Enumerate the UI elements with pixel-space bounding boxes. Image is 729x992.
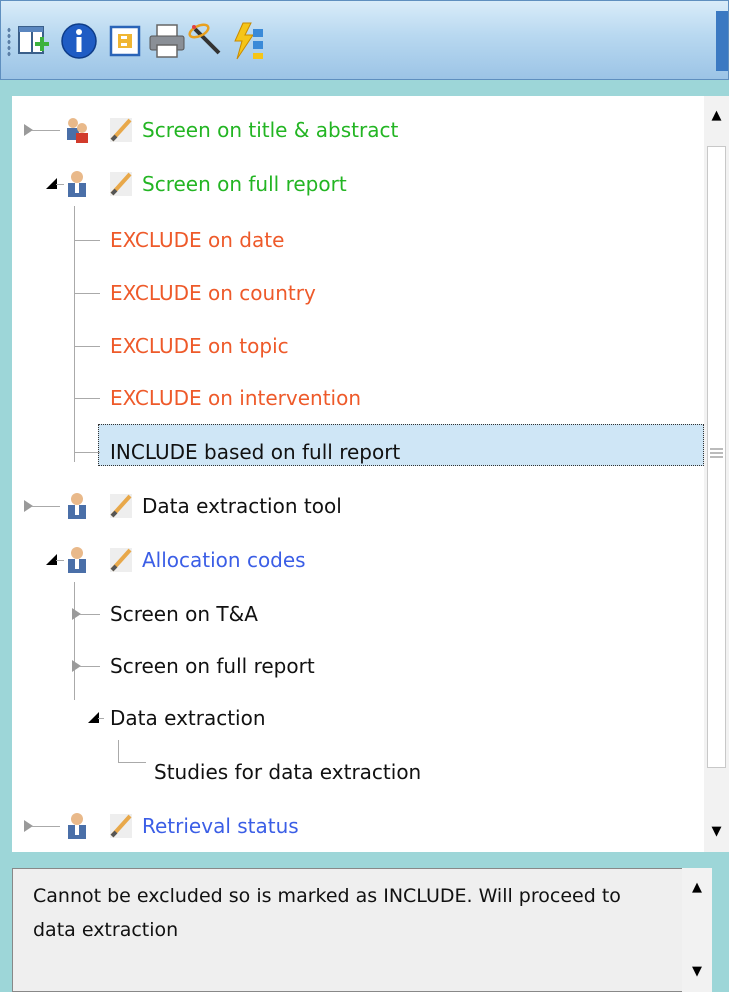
scroll-up-icon[interactable]: ▲ (704, 96, 729, 136)
info-icon[interactable] (59, 21, 99, 61)
pencil-icon[interactable] (108, 546, 134, 574)
properties-icon[interactable] (105, 21, 145, 61)
tree-node-label: Data extraction (110, 706, 266, 730)
user-icon (68, 493, 86, 519)
description-textbox[interactable]: Cannot be excluded so is marked as INCLU… (12, 868, 692, 992)
lightning-hierarchy-icon[interactable] (229, 21, 269, 61)
pencil-icon[interactable] (108, 170, 134, 198)
user-icon (68, 171, 86, 197)
tree-node-label: INCLUDE based on full report (110, 440, 401, 464)
tree-node-label: Retrieval status (142, 814, 299, 838)
pencil-icon[interactable] (108, 492, 134, 520)
print-icon[interactable] (147, 21, 187, 61)
tree-node-label: Screen on T&A (110, 602, 258, 626)
tree-node-label: Screen on full report (142, 172, 347, 196)
tree-node-label: EXCLUDE on intervention (110, 386, 362, 410)
scroll-grip-icon (710, 448, 723, 458)
description-scrollbar[interactable]: ▲ ▼ (682, 868, 712, 992)
tree-node-label: Data extraction tool (142, 494, 342, 518)
scroll-down-icon[interactable]: ▼ (704, 812, 729, 852)
user-icon (68, 813, 86, 839)
tree-node-label: Allocation codes (142, 548, 306, 572)
pencil-icon[interactable] (108, 116, 134, 144)
toolbar-overflow[interactable] (716, 11, 728, 71)
scroll-up-icon[interactable]: ▲ (682, 868, 712, 908)
tree-node-label: EXCLUDE on country (110, 281, 316, 305)
wand-icon[interactable] (187, 21, 227, 61)
scroll-down-icon[interactable]: ▼ (682, 952, 712, 992)
user-icon (68, 547, 86, 573)
add-window-icon[interactable] (15, 21, 55, 61)
tree-node-label: Studies for data extraction (154, 760, 422, 784)
tree-node-label: Screen on title & abstract (142, 118, 399, 142)
toolbar-grip[interactable] (7, 27, 11, 57)
toolbar (0, 0, 729, 80)
tree-node-label: Screen on full report (110, 654, 315, 678)
tree-scrollbar[interactable]: ▲ ▼ (704, 96, 729, 852)
tree-node-label: EXCLUDE on date (110, 228, 285, 252)
description-text: Cannot be excluded so is marked as INCLU… (33, 885, 621, 941)
two-users-icon (67, 118, 88, 143)
tree-node-label: EXCLUDE on topic (110, 334, 289, 358)
pencil-icon[interactable] (108, 812, 134, 840)
code-tree: Screen on title & abstract Screen on ful… (12, 96, 704, 852)
